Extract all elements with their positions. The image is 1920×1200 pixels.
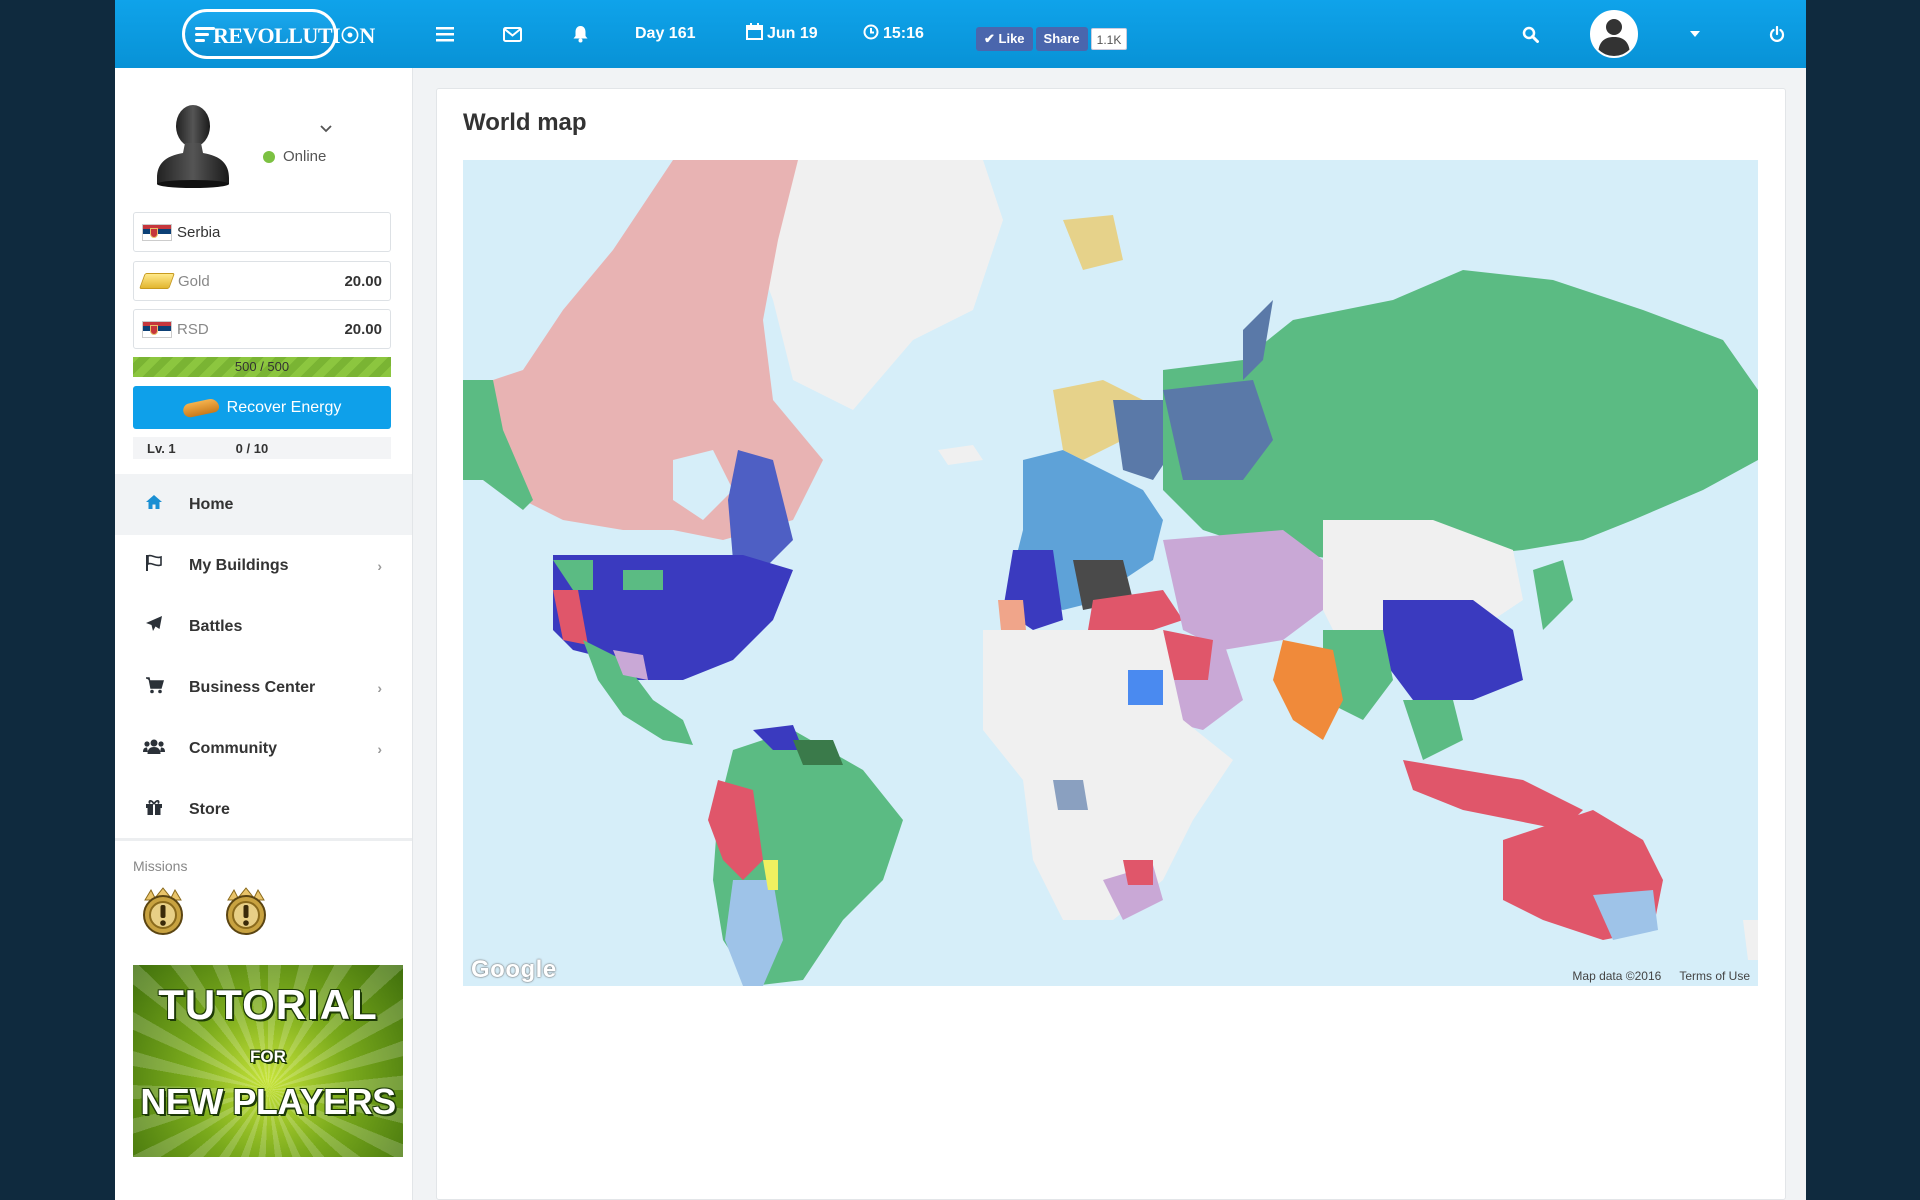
tutorial-banner[interactable]: TUTORIAL FOR NEW PLAYERS	[133, 965, 403, 1157]
nav-item-label: Home	[189, 495, 234, 513]
profile-dropdown-chevron-icon[interactable]	[320, 120, 332, 136]
energy-bar: 500 / 500	[133, 357, 391, 377]
app-frame: REVOLLUTI☉N Day 161 Jun 19 15:16 ✔ Like …	[115, 0, 1806, 1200]
gift-icon	[143, 798, 165, 821]
gold-label: Gold	[178, 272, 210, 290]
nav-item-store[interactable]: Store	[115, 779, 412, 840]
facebook-widget: ✔ Like Share 1.1K	[976, 27, 1128, 51]
main-panel: World map Google Map data ©2016 Terms of…	[436, 88, 1786, 1200]
game-date-text: Jun 19	[767, 25, 818, 42]
tutorial-line2: FOR	[250, 1047, 286, 1066]
citizenship-row[interactable]: Serbia	[133, 212, 391, 252]
serbia-flag-icon	[142, 223, 172, 241]
users-icon	[143, 738, 165, 760]
nav-item-community[interactable]: Community ›	[115, 718, 412, 779]
game-date: Jun 19	[746, 0, 818, 68]
flag-icon	[143, 554, 165, 577]
currency-label: RSD	[177, 320, 209, 338]
chevron-right-icon: ›	[377, 557, 382, 574]
user-avatar-button[interactable]	[1590, 10, 1638, 58]
facebook-like-count: 1.1K	[1090, 28, 1128, 50]
logo-text: REVOLLUTI☉N	[213, 23, 375, 48]
tutorial-line3: NEW PLAYERS	[140, 1081, 396, 1122]
game-time: 15:16	[863, 0, 924, 68]
country-name: Serbia	[177, 223, 221, 241]
tutorial-line1: TUTORIAL	[158, 981, 378, 1028]
currency-balance-row: RSD 20.00	[133, 309, 391, 349]
xp-text: 0 / 10	[235, 440, 269, 456]
world-map-canvas	[463, 160, 1758, 986]
mission-badge-icon[interactable]	[220, 886, 272, 938]
search-icon[interactable]	[1515, 0, 1545, 68]
nav-item-label: Business Center	[189, 678, 316, 696]
bread-icon	[181, 396, 220, 419]
recover-energy-button[interactable]: Recover Energy	[133, 386, 391, 429]
nav-item-home[interactable]: Home	[115, 474, 412, 535]
map-data-credit: Map data ©2016	[1572, 969, 1662, 983]
online-dot-icon	[263, 150, 275, 163]
terms-of-use-link[interactable]: Terms of Use	[1679, 969, 1750, 983]
serbia-flag-icon	[142, 320, 172, 338]
clock-icon	[863, 24, 879, 45]
notifications-bell-icon[interactable]	[565, 0, 595, 68]
gold-value: 20.00	[344, 272, 382, 290]
menu-toggle-icon[interactable]	[430, 0, 460, 68]
level-text: Lv. 1	[147, 440, 176, 456]
game-time-text: 15:16	[883, 25, 924, 42]
home-icon	[143, 494, 165, 515]
user-menu-caret-icon[interactable]	[1685, 0, 1705, 68]
profile-avatar[interactable]	[153, 98, 233, 188]
page-title: World map	[463, 109, 587, 136]
logout-power-icon[interactable]	[1762, 0, 1792, 68]
nav-item-label: Community	[189, 739, 277, 757]
currency-value: 20.00	[344, 320, 382, 338]
missions-heading: Missions	[133, 858, 188, 874]
nav-item-my-buildings[interactable]: My Buildings ›	[115, 535, 412, 596]
chevron-right-icon: ›	[377, 679, 382, 696]
level-bar: Lv. 1 0 / 10	[133, 437, 391, 459]
mission-badge-icon[interactable]	[137, 886, 189, 938]
recover-energy-label: Recover Energy	[226, 398, 342, 416]
game-day-text: Day 161	[635, 25, 696, 42]
main-navigation: Home My Buildings › Battles Business Cen…	[115, 474, 412, 840]
online-status-label: Online	[283, 148, 327, 165]
energy-text: 500 / 500	[234, 359, 290, 374]
world-map[interactable]: Google Map data ©2016 Terms of Use	[463, 160, 1758, 986]
google-logo: Google	[471, 956, 557, 983]
gold-bar-icon	[139, 273, 175, 289]
nav-item-label: Battles	[189, 617, 243, 635]
paper-plane-icon	[143, 615, 165, 638]
cart-icon	[143, 676, 165, 699]
gold-balance-row: Gold 20.00	[133, 261, 391, 301]
online-status: Online	[263, 148, 326, 165]
nav-item-business-center[interactable]: Business Center ›	[115, 657, 412, 718]
sidebar: Online Serbia Gold 20.00 RSD 20.00 500 /…	[115, 68, 413, 1200]
chevron-right-icon: ›	[377, 740, 382, 757]
top-navbar: REVOLLUTI☉N Day 161 Jun 19 15:16 ✔ Like …	[115, 0, 1806, 68]
game-day: Day 161	[635, 0, 696, 68]
messages-icon[interactable]	[497, 0, 527, 68]
divider	[115, 838, 412, 841]
facebook-like-button[interactable]: ✔ Like	[976, 27, 1033, 51]
facebook-share-button[interactable]: Share	[1035, 27, 1088, 51]
facebook-like-label: Like	[998, 31, 1025, 46]
calendar-icon	[746, 23, 763, 45]
nav-item-label: Store	[189, 800, 230, 818]
logo[interactable]: REVOLLUTI☉N	[182, 9, 375, 59]
nav-item-label: My Buildings	[189, 556, 289, 574]
map-attribution: Map data ©2016 Terms of Use	[1572, 969, 1750, 983]
nav-item-battles[interactable]: Battles	[115, 596, 412, 657]
logo-lines-icon	[195, 27, 215, 45]
